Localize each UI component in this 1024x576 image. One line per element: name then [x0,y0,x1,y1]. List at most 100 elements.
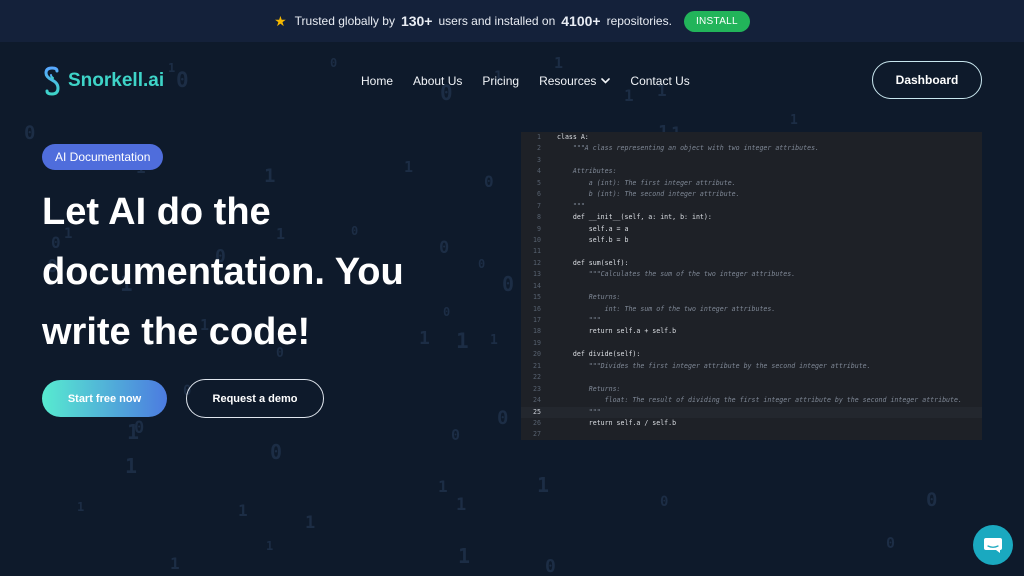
code-line: 18 return self.a + self.b [521,326,982,337]
logo[interactable]: Snorkell.ai [42,66,164,96]
binary-digit: 0 [502,272,515,296]
line-number: 24 [533,396,541,405]
announcement-suffix: repositories. [606,14,672,28]
binary-digit: 0 [660,494,669,510]
code-line: 22 [521,372,982,383]
code-text: class A: [557,133,589,141]
binary-digit: 1 [404,158,414,176]
code-line: 14 [521,281,982,292]
binary-digit: 0 [134,418,145,438]
line-number: 6 [537,190,541,199]
line-number: 8 [537,213,541,222]
nav-item-pricing[interactable]: Pricing [482,74,519,88]
start-free-button[interactable]: Start free now [42,380,167,417]
code-line: 12 def sum(self): [521,258,982,269]
announcement-bar: ★ Trusted globally by 130+ users and ins… [0,0,1024,42]
code-line: 25 """ [521,406,982,418]
line-number: 18 [533,327,541,336]
line-number: 16 [533,304,541,313]
code-text: def sum(self): [557,258,629,267]
binary-digit: 0 [478,257,486,271]
code-text: b (int): The second integer attribute. [557,190,740,199]
binary-digit: 0 [24,122,36,144]
code-text: return self.a / self.b [557,418,677,427]
headline-line-3: write the code! [42,311,311,353]
line-number: 4 [537,167,541,176]
code-line: 13 """Calculates the sum of the two inte… [521,269,982,280]
code-text: """A class representing an object with t… [557,144,820,153]
code-line: 21 """Divides the first integer attribut… [521,361,982,372]
line-number: 1 [537,133,541,141]
code-line: 2 """A class representing an object with… [521,143,982,154]
binary-digit: 1 [438,477,448,496]
line-number: 19 [533,338,541,347]
line-number: 14 [533,281,541,290]
logo-text: Snorkell.ai [68,70,165,91]
code-text: return self.a + self.b [557,327,677,336]
line-number: 26 [533,418,541,427]
binary-digit: 0 [270,440,283,464]
binary-digit: 1 [305,513,316,533]
line-number: 2 [537,144,541,153]
binary-digit: 0 [926,489,938,511]
binary-digit: 1 [537,473,550,497]
code-text: """ [557,316,601,324]
code-line: 9 self.a = a [521,224,982,235]
main-nav: Snorkell.ai Home About Us Pricing Resour… [0,60,1024,102]
chat-bubble-icon [984,538,1002,553]
code-line: 10 self.b = b [521,235,982,246]
code-line: 20 def divide(self): [521,349,982,360]
binary-digit: 0 [497,407,509,429]
code-line: 7 """ [521,201,982,212]
announcement-middle: users and installed on [438,14,556,28]
line-number: 13 [533,270,541,279]
code-line: 24 float: The result of dividing the fir… [521,395,982,406]
install-button[interactable]: INSTALL [683,10,750,32]
code-text: def __init__(self, a: int, b: int): [557,213,712,222]
line-number: 5 [537,178,541,187]
code-text: self.b = b [557,235,629,244]
line-number: 22 [533,373,541,382]
chat-launcher-button[interactable] [973,525,1013,565]
headline-line-2: documentation. You [42,251,404,293]
binary-digit: 1 [790,113,798,128]
code-line: 1 class A: [521,132,982,143]
line-number: 3 [537,155,541,164]
line-number: 23 [533,384,541,393]
code-text: Attributes: [557,167,617,176]
nav-item-about-us[interactable]: About Us [413,74,462,88]
line-number: 11 [533,247,541,256]
binary-digit: 1 [266,539,274,553]
code-line: 5 a (int): The first integer attribute. [521,178,982,189]
nav-item-contact-us[interactable]: Contact Us [630,74,689,88]
code-text: Returns: [557,384,621,393]
nav-item-resources[interactable]: Resources [539,74,611,88]
code-line: 26 return self.a / self.b [521,418,982,429]
binary-digit: 0 [545,556,556,576]
binary-digit: 0 [886,534,896,552]
binary-digit: 0 [451,426,461,444]
line-number: 21 [533,361,541,370]
binary-digit: 1 [77,500,85,514]
hero-headline: Let AI do the documentation. You write t… [42,182,472,362]
users-count: 130+ [400,13,433,29]
code-text: """Divides the first integer attribute b… [557,361,871,370]
code-text: self.a = a [557,224,629,233]
binary-digit: 1 [125,454,138,478]
nav-item-resources-label: Resources [539,74,597,88]
nav-item-home[interactable]: Home [361,74,393,88]
request-demo-button[interactable]: Request a demo [186,379,324,418]
code-text: """ [557,201,585,210]
line-number: 15 [533,293,541,302]
snorkell-logo-icon [44,66,60,96]
code-line: 19 [521,338,982,349]
dashboard-button[interactable]: Dashboard [872,61,982,99]
binary-digit: 1 [490,333,498,348]
code-text: """Calculates the sum of the two integer… [557,270,796,279]
code-text: int: The sum of the two integer attribut… [557,304,776,313]
binary-digit: 1 [127,420,140,444]
code-text: float: The result of dividing the first … [557,396,962,405]
binary-digit: 1 [456,495,467,515]
repos-count: 4100+ [561,13,601,29]
line-number: 9 [537,224,541,233]
